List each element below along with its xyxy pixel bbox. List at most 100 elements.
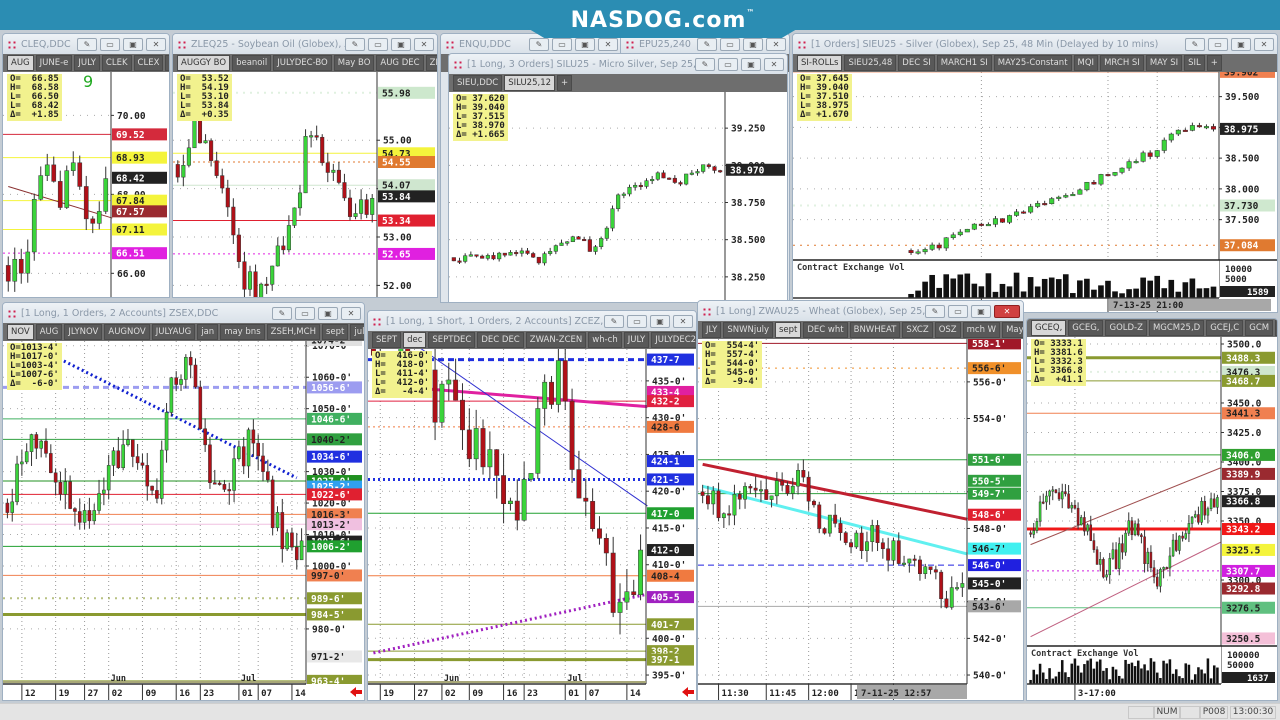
title-bar[interactable]: [1 Long, 1 Short, 1 Orders, 2 Accounts] … <box>368 311 696 331</box>
tab-sil[interactable]: SIL <box>1184 55 1205 71</box>
tab-beanoil[interactable]: beanoil <box>232 55 272 71</box>
tab-julyaug[interactable]: JULYAUG <box>151 324 196 340</box>
chart-window-p1[interactable]: CLEQ,DDC✎▭▣✕AUGJUNE-eJULYCLEKCLEX+◀▶O= 6… <box>2 33 170 298</box>
tab-march1-si[interactable]: MARCH1 SI <box>936 55 992 71</box>
tab-gold-z[interactable]: GOLD-Z <box>1105 320 1147 336</box>
pin-button[interactable]: ✎ <box>695 57 715 71</box>
close-button[interactable]: ✕ <box>764 57 784 71</box>
tab-silu25-12[interactable]: SILU25,12 <box>504 75 556 91</box>
tab-aug[interactable]: AUG <box>7 55 34 71</box>
tab-gceg-[interactable]: GCEG, <box>1068 320 1104 336</box>
tab-jan[interactable]: jan <box>197 324 219 340</box>
minimize-button[interactable]: ▭ <box>368 37 388 51</box>
tab-gcm[interactable]: GCM <box>1245 320 1274 336</box>
add-tab-button[interactable]: + <box>1206 55 1222 71</box>
tab-auggy-bo[interactable]: AUGGY BO <box>177 55 231 71</box>
maximize-button[interactable]: ▣ <box>743 37 763 51</box>
title-bar[interactable]: [1 Orders] SIEU25 - Silver (Globex), Sep… <box>793 34 1277 54</box>
tab-wh-ch[interactable]: wh-ch <box>588 332 622 348</box>
close-button[interactable]: ✕ <box>341 306 361 320</box>
tab-jly[interactable]: JLY <box>702 322 722 338</box>
tab-july[interactable]: JULY <box>74 55 100 71</box>
close-button[interactable]: ✕ <box>1254 37 1274 51</box>
maximize-button[interactable]: ▣ <box>575 37 595 51</box>
chart-window-p5[interactable]: [1 Long, 1 Orders, 2 Accounts] ZSEX,DDC ✎… <box>2 302 365 701</box>
price-chart[interactable]: 1070-0'1060-0'1050-0'1030-0'1020-0'1010-… <box>3 341 364 700</box>
close-button[interactable]: ✕ <box>414 37 434 51</box>
tab-aug[interactable]: AUG <box>35 324 63 340</box>
tab-sieu-ddc[interactable]: SIEU,DDC <box>453 75 503 91</box>
close-button[interactable]: ✕ <box>673 314 693 328</box>
maximize-button[interactable]: ▣ <box>741 57 761 71</box>
tab-mgcm25-d[interactable]: MGCM25,D <box>1148 320 1205 336</box>
price-chart[interactable]: 556-0'554-0'550-0'548-0'544-0'542-0'540-… <box>698 339 1023 700</box>
chart-window-p2[interactable]: ZLEQ25 - Soybean Oil (Globex), Aug ...✎▭… <box>172 33 438 298</box>
title-bar[interactable]: ZLEQ25 - Soybean Oil (Globex), Aug ...✎▭… <box>173 34 437 54</box>
tab-augnov[interactable]: AUGNOV <box>104 324 150 340</box>
maximize-button[interactable]: ▣ <box>318 306 338 320</box>
close-button[interactable]: ✕ <box>994 304 1020 318</box>
close-button[interactable]: ✕ <box>146 37 166 51</box>
tab-sept[interactable]: SEPT <box>372 332 402 348</box>
title-bar[interactable]: [1 Long, 3 Orders] SILU25 - Micro Silver… <box>449 54 787 74</box>
tab-clex[interactable]: CLEX <box>133 55 164 71</box>
chart-window-p7[interactable]: [1 Long] ZWAU25 - Wheat (Globex), Sep 25… <box>697 300 1024 701</box>
tab-bnwheat[interactable]: BNWHEAT <box>849 322 901 338</box>
tab-septdec[interactable]: SEPTDEC <box>428 332 476 348</box>
tab-julydec2[interactable]: JULYDEC2 <box>651 332 696 348</box>
tab-dec[interactable]: dec <box>403 332 427 348</box>
minimize-button[interactable]: ▭ <box>627 314 647 328</box>
tab-sept[interactable]: sept <box>321 324 349 340</box>
pin-button[interactable]: ✎ <box>1185 37 1205 51</box>
title-bar[interactable]: [1 Long, 1 Orders, 2 Accounts] ZSEX,DDC ✎… <box>3 303 364 323</box>
tab-si-rolls[interactable]: SI-ROLLs <box>797 55 843 71</box>
tab-mch-w[interactable]: mch W <box>962 322 1001 338</box>
tab-julydec-bo[interactable]: JULYDEC-BO <box>273 55 332 71</box>
pin-button[interactable]: ✎ <box>925 304 945 318</box>
tab-july[interactable]: JULY <box>623 332 650 348</box>
maximize-button[interactable]: ▣ <box>123 37 143 51</box>
close-button[interactable]: ✕ <box>766 37 786 51</box>
maximize-button[interactable]: ▣ <box>650 314 670 328</box>
maximize-button[interactable]: ▣ <box>1231 37 1251 51</box>
maximize-button[interactable]: ▣ <box>391 37 411 51</box>
close-button[interactable]: ✕ <box>598 37 618 51</box>
tab-may[interactable]: May <box>1002 322 1023 338</box>
chart-window-p3[interactable]: [1 Long, 3 Orders] SILU25 - Micro Silver… <box>448 53 788 303</box>
tab-snwnjuly[interactable]: SNWNjuly <box>723 322 773 338</box>
tab-mg[interactable]: MG <box>1275 320 1277 336</box>
tab-mqi[interactable]: MQI <box>1073 55 1099 71</box>
minimize-button[interactable]: ▭ <box>1208 37 1228 51</box>
pin-button[interactable]: ✎ <box>272 306 292 320</box>
tab-dec-wht[interactable]: DEC wht <box>803 322 848 338</box>
pin-button[interactable]: ✎ <box>529 37 549 51</box>
tab-may-bo[interactable]: May BO <box>333 55 375 71</box>
add-tab-button[interactable]: + <box>165 55 169 71</box>
minimize-button[interactable]: ▭ <box>720 37 740 51</box>
pin-button[interactable]: ✎ <box>604 314 624 328</box>
tab-zle-dq[interactable]: ZLE-dq <box>425 55 437 71</box>
minimize-button[interactable]: ▭ <box>948 304 968 318</box>
add-tab-button[interactable]: + <box>557 75 573 91</box>
chart-window-p6[interactable]: [1 Long, 1 Short, 1 Orders, 2 Accounts] … <box>367 310 697 701</box>
tab-dec-dec[interactable]: DEC DEC <box>477 332 524 348</box>
tab-may-si[interactable]: MAY SI <box>1145 55 1183 71</box>
price-chart[interactable]: 435-0'430-0'425-0'420-0'415-0'410-0'400-… <box>368 349 696 700</box>
chart-window-p8[interactable]: GCEQ,GCEG,GOLD-ZMGCM25,DGCEJ,CGCMMG+◀▶O=… <box>1026 318 1278 701</box>
tab-may-bns[interactable]: may bns <box>220 324 265 340</box>
tab-sxcz[interactable]: SXCZ <box>902 322 933 338</box>
price-chart[interactable]: 39.50039.00038.50038.00037.50039.90238.9… <box>793 72 1277 312</box>
price-chart[interactable]: 3500.03450.03425.03400.03375.03350.03300… <box>1027 337 1277 700</box>
tab-clek[interactable]: CLEK <box>101 55 132 71</box>
title-bar[interactable]: CLEQ,DDC ✎ ▭ ▣ ✕ <box>3 34 169 54</box>
tab-nov[interactable]: NOV <box>7 324 34 340</box>
tab-gcej-c[interactable]: GCEJ,C <box>1206 320 1244 336</box>
pin-button[interactable]: ✎ <box>697 37 717 51</box>
pin-button[interactable]: ✎ <box>345 37 365 51</box>
tab-mrch-si[interactable]: MRCH SI <box>1100 55 1144 71</box>
maximize-button[interactable]: ▣ <box>971 304 991 318</box>
tab-sept[interactable]: sept <box>774 322 802 338</box>
tab-gceq-[interactable]: GCEQ, <box>1031 320 1067 336</box>
tab-may25-constant[interactable]: MAY25-Constant <box>993 55 1072 71</box>
minimize-button[interactable]: ▭ <box>100 37 120 51</box>
